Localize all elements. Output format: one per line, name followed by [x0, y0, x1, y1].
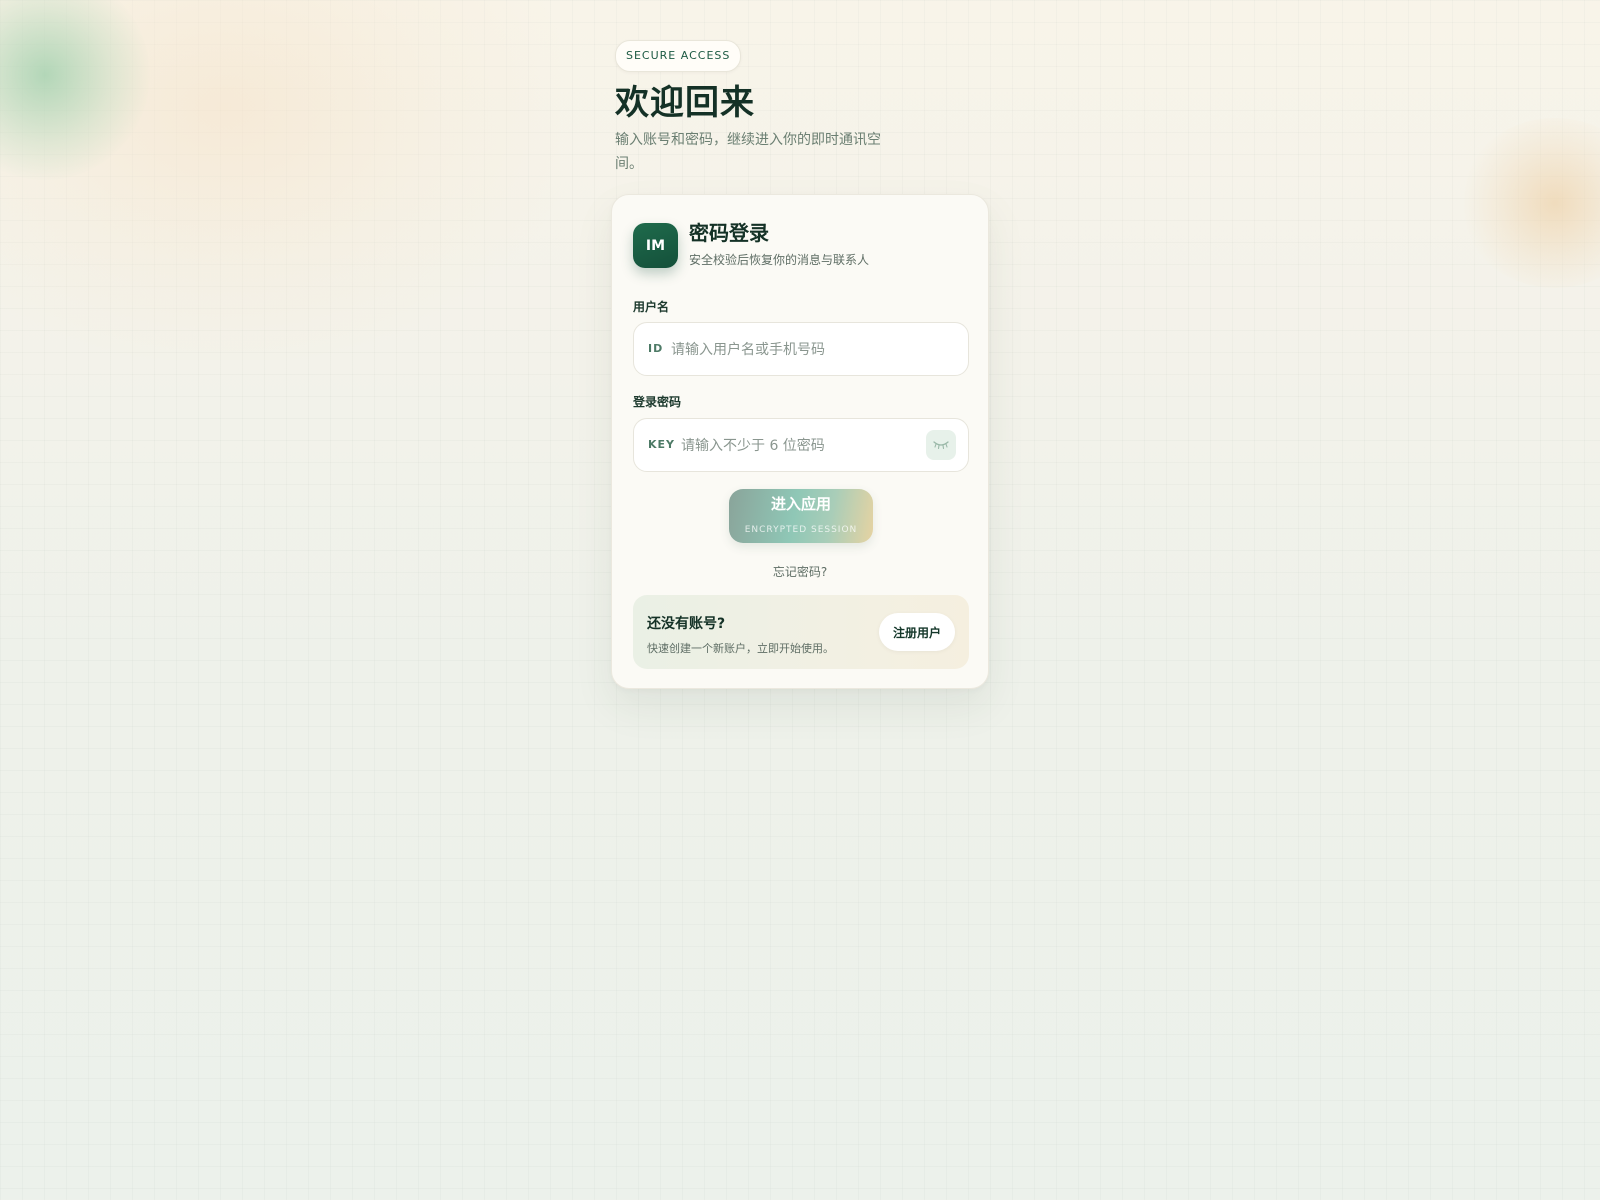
password-field[interactable]: KEY	[633, 418, 969, 472]
encrypted-session-label: ENCRYPTED SESSION	[744, 525, 858, 535]
username-label: 用户名	[633, 300, 670, 314]
forgot-password-link[interactable]: 忘记密码?	[612, 563, 988, 580]
password-key-tag: KEY	[648, 438, 676, 451]
app-logo: IM	[633, 223, 678, 268]
background-glow-right	[1460, 118, 1600, 288]
username-id-tag: ID	[648, 342, 664, 355]
login-card: IM 密码登录 安全校验后恢复你的消息与联系人 用户名 ID 登录密码 KEY …	[611, 194, 989, 689]
register-subtitle: 快速创建一个新账户，立即开始使用。	[647, 642, 834, 655]
eye-closed-icon	[933, 441, 949, 450]
page-subtitle: 输入账号和密码，继续进入你的即时通讯空间。	[615, 132, 881, 172]
username-input[interactable]	[669, 336, 958, 364]
register-panel: 还没有账号? 快速创建一个新账户，立即开始使用。 注册用户	[633, 595, 969, 669]
register-user-button[interactable]: 注册用户	[879, 613, 955, 651]
forgot-password-label: 忘记密码?	[772, 565, 828, 579]
enter-app-button[interactable]: 进入应用 ENCRYPTED SESSION	[729, 489, 873, 543]
secure-access-badge: SECURE ACCESS	[615, 40, 742, 72]
username-field[interactable]: ID	[633, 322, 969, 376]
password-input[interactable]	[679, 432, 913, 460]
hero-section: SECURE ACCESS 欢迎回来 输入账号和密码，继续进入你的即时通讯空间。	[615, 40, 905, 176]
password-label: 登录密码	[633, 395, 682, 409]
page-title: 欢迎回来	[615, 83, 755, 123]
login-subtitle: 安全校验后恢复你的消息与联系人	[689, 253, 870, 267]
toggle-password-visibility-button[interactable]	[926, 430, 956, 460]
enter-app-label: 进入应用	[770, 495, 831, 513]
register-title: 还没有账号?	[647, 616, 726, 632]
login-title: 密码登录	[689, 221, 769, 245]
